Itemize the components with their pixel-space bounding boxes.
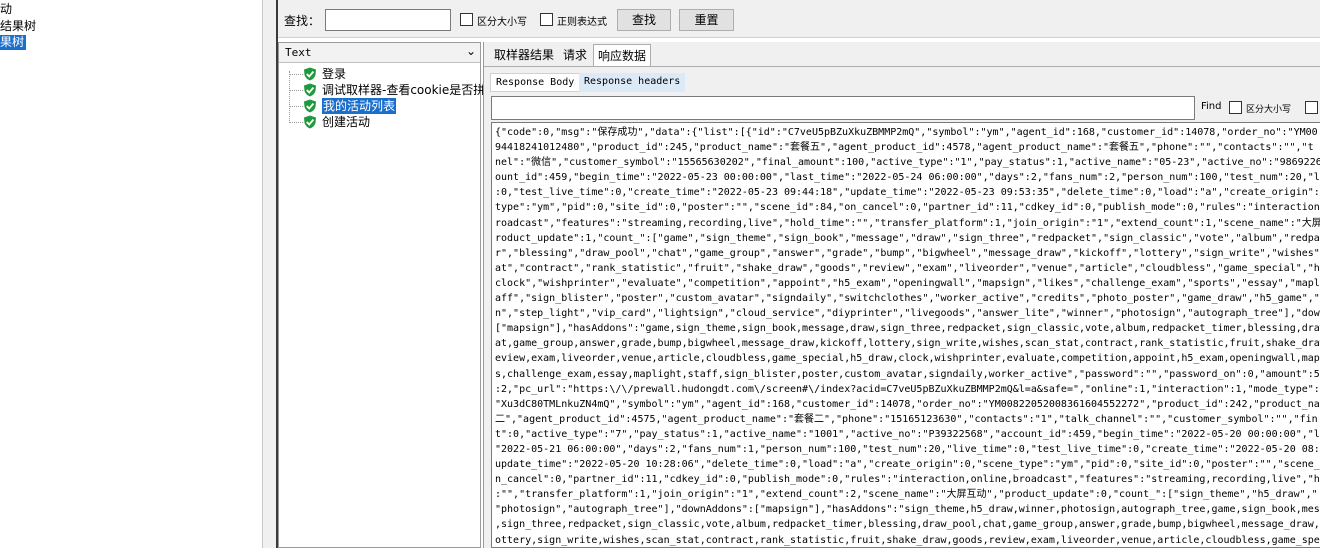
response-body-line: at,game_group,answer,grade,bump,bigwheel… [495,338,1320,350]
response-body-line: s,challenge_exam,essay,maplight,staff,si… [495,368,1320,380]
tree-node-label: 调试取样器-查看cookie是否拼 [322,83,486,97]
shield-check-icon [304,99,316,113]
response-body-line: t":0,"active_type":"7","pay_status":1,"a… [495,428,1320,440]
response-body-lines: {"code":0,"msg":"保存成功","data":{"list":[{… [495,125,1320,547]
renderer-select[interactable]: Text ⌄ [279,43,480,63]
renderer-select-value: Text [285,46,312,59]
tree-item[interactable]: 结果树 [0,19,36,34]
response-body-line: "Xu3dC80TMLnkuZN4mQ","symbol":"ym","agen… [495,398,1320,410]
response-body-line: update_time":"2022-05-20 10:28:06","dele… [495,459,1320,471]
response-body-line: ["mapsign"],"hasAddons":"game,sign_theme… [495,323,1320,335]
response-body-line: roadcast","features":"streaming,recordin… [495,217,1320,229]
find-input[interactable] [491,96,1195,120]
subtab-response-body[interactable]: Response Body [490,73,581,92]
shield-check-icon [304,115,316,129]
response-body-line: {"code":0,"msg":"保存成功","data":{"list":[{… [495,127,1318,138]
reset-button[interactable]: 重置 [679,9,734,31]
response-body-text[interactable]: {"code":0,"msg":"保存成功","data":{"list":[{… [491,122,1320,548]
find-case-checkbox[interactable] [1229,101,1242,114]
response-body-line: 二","agent_product_id":4575,"agent_produc… [495,413,1318,425]
regex-label: 正则表达式 [557,17,607,28]
shield-check-icon [304,83,316,97]
response-body-line: roduct_update":1,"count_":["game","sign_… [495,232,1320,244]
response-body-line: r","blessing","draw_pool","chat","game_g… [495,247,1320,259]
tab-divider [484,66,1320,67]
response-body-line: eview,exam,liveorder,venue,article,cloud… [495,353,1320,365]
find-case-label: 区分大小写 [1246,105,1292,115]
shield-check-icon [304,67,316,81]
tree-node-label: 我的活动列表 [322,98,397,114]
tree-node-label: 创建活动 [322,115,371,129]
search-input[interactable] [325,9,451,31]
case-sensitive-checkbox[interactable] [460,13,473,26]
find-label: Find [1201,101,1222,112]
response-body-line: at","contract","rank_statistic","fruit",… [495,262,1320,274]
response-body-line: :2,"pc_url":"https:\/\/prewall.hudongdt.… [495,383,1320,395]
tree-item[interactable]: 动 [0,2,12,17]
tree-node-label: 登录 [322,67,347,81]
response-body-line: ount_id":459,"begin_time":"2022-05-23 00… [495,172,1320,184]
response-body-line: :"","transfer_platform":1,"join_origin":… [495,489,1318,501]
response-body-line: ottery,sign_write,wishes,scan_stat,contr… [495,534,1320,546]
find-row: Find 区分大小写 [491,96,1320,120]
regex-checkbox[interactable] [540,13,553,26]
tab-sampler-result[interactable]: 取样器结果 [490,44,558,67]
search-label: 查找： [284,14,321,28]
subtab-response-headers[interactable]: Response headers [579,73,686,92]
sampler-tree-panel: Text ⌄ 登录 调试取样器-查看cookie是否拼 我的活动列表 创建活动 [278,42,485,548]
test-plan-tree: 动 结果树 果树 [0,0,262,548]
case-sensitive-label: 区分大小写 [477,17,527,28]
response-body-line: clock","wishprinter","evaluate","competi… [495,277,1320,289]
response-body-line: ,sign_three,redpacket,sign_classic,vote,… [495,519,1320,531]
response-body-line: "photosign","autograph_tree"],"downAddon… [495,504,1320,516]
response-body-line: "2022-05-21 06:00:00","days":2,"fans_num… [495,443,1320,455]
response-body-line: aff","sign_blister","poster","custom_ava… [495,293,1320,305]
response-body-line: 94418241012480","product_id":245,"produc… [495,142,1314,154]
response-body-line: n_cancel":0,"partner_id":11,"cdkey_id":0… [495,474,1320,486]
response-body-line: nel":"微信","customer_symbol":"15565630202… [495,157,1320,169]
tree-item-selected[interactable]: 果树 [0,35,27,50]
find-button[interactable]: 查找 [617,9,671,31]
chevron-down-icon: ⌄ [465,44,476,58]
tab-response-data[interactable]: 响应数据 [593,44,651,67]
response-body-line: type":"ym","pid":0,"site_id":0,"poster":… [495,202,1320,214]
response-body-line: :0,"test_live_time":0,"create_time":"202… [495,187,1320,199]
panel-splitter[interactable] [262,0,276,548]
response-body-line: n","step_light","vip_card","lightsign","… [495,308,1320,320]
find-regex-checkbox[interactable] [1305,101,1318,114]
tree-guide-line [289,71,290,123]
tab-request[interactable]: 请求 [560,44,590,67]
search-bar: 查找： 区分大小写 正则表达式 查找 重置 [278,0,1320,38]
result-panel: 取样器结果 请求 响应数据 Response Body Response hea… [483,42,1320,548]
